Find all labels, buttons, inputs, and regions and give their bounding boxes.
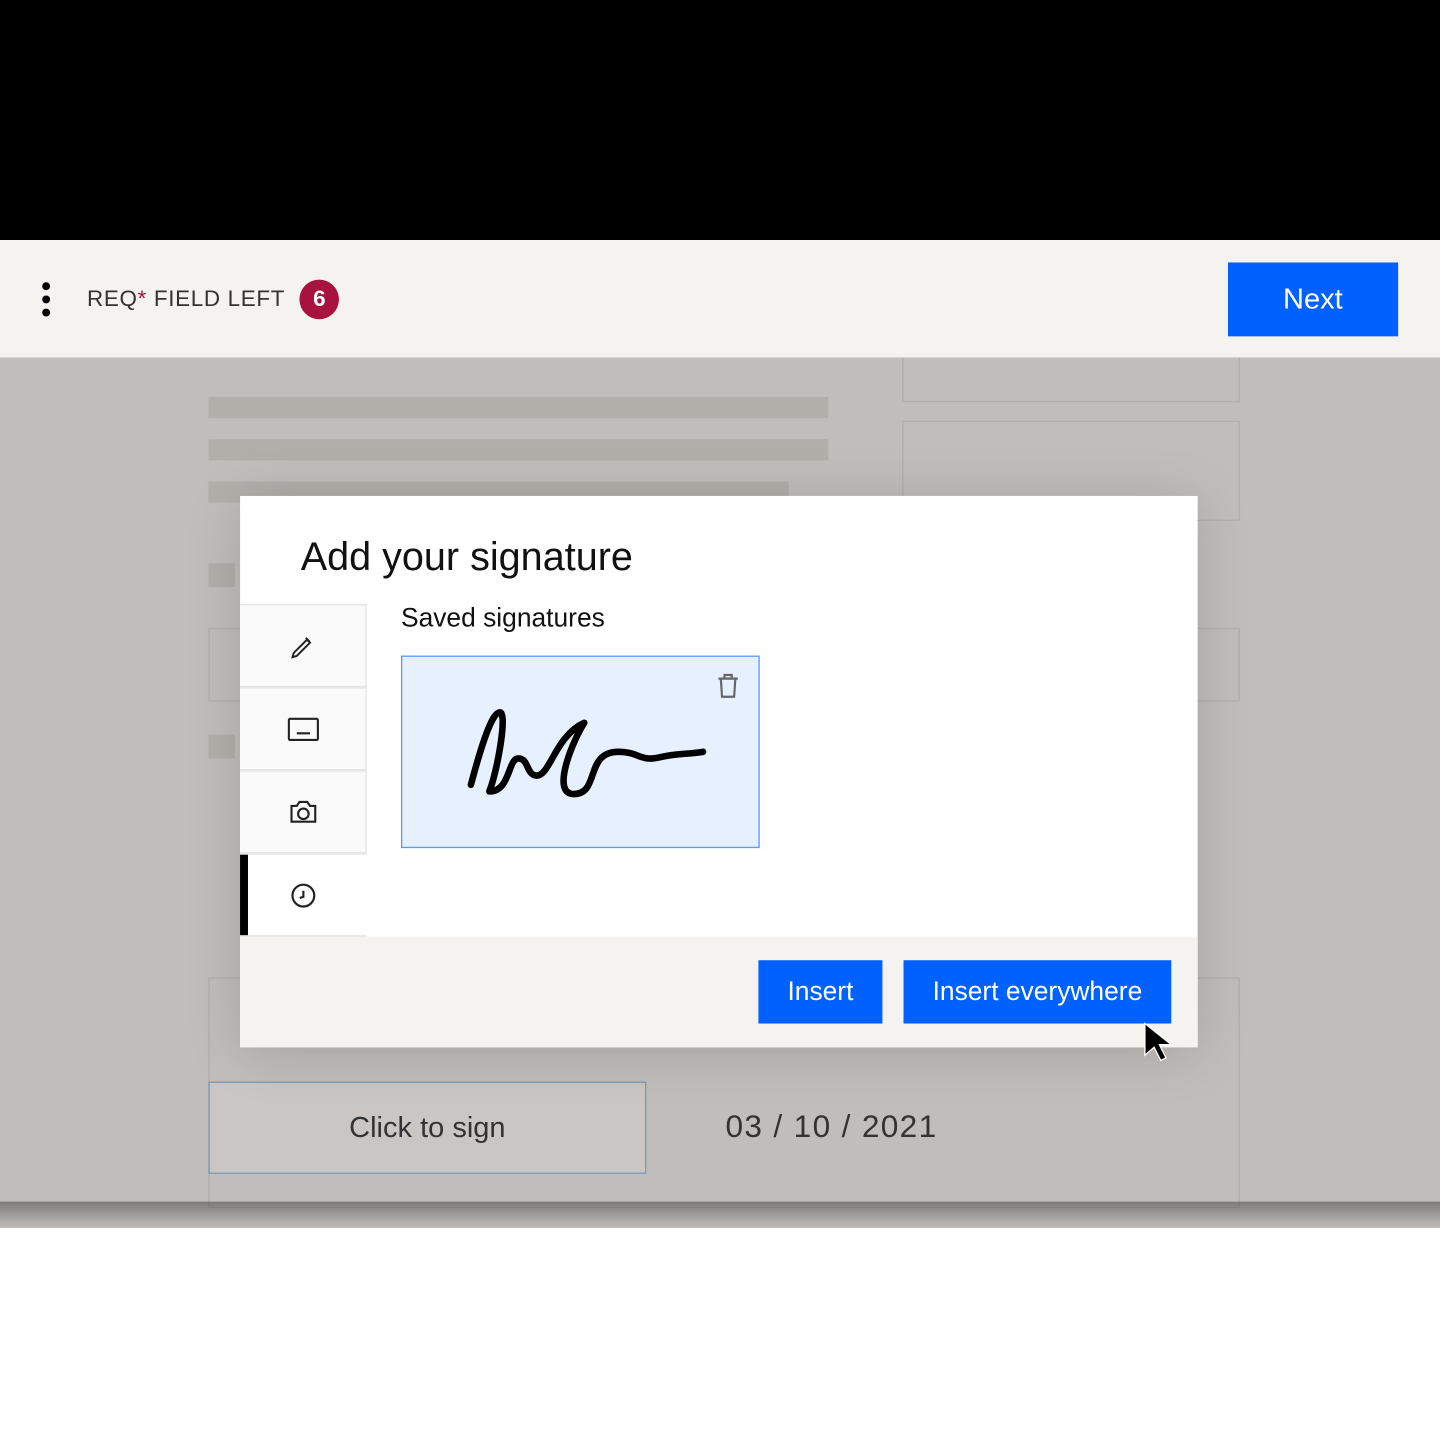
tab-saved[interactable] xyxy=(240,853,367,936)
pencil-icon xyxy=(288,631,317,660)
click-to-sign-field[interactable]: Click to sign xyxy=(208,1082,646,1174)
next-button[interactable]: Next xyxy=(1228,262,1398,336)
add-signature-modal: Add your signature xyxy=(240,496,1198,1047)
keyboard-icon xyxy=(287,717,319,741)
camera-icon xyxy=(287,799,319,825)
signature-glyph xyxy=(442,699,719,805)
required-count-badge: 6 xyxy=(300,279,340,319)
clock-icon xyxy=(289,880,318,909)
required-fields-indicator: REQ* FIELD LEFT 6 xyxy=(87,279,339,319)
trash-icon xyxy=(714,670,743,702)
modal-footer: Insert Insert everywhere xyxy=(240,936,1198,1047)
tab-upload[interactable] xyxy=(240,770,367,853)
req-prefix: REQ xyxy=(87,286,138,311)
page-header: REQ* FIELD LEFT 6 Next xyxy=(0,240,1440,357)
saved-signatures-heading: Saved signatures xyxy=(401,604,1171,634)
kebab-menu[interactable] xyxy=(42,282,50,316)
req-suffix: FIELD LEFT xyxy=(147,286,285,311)
saved-signature-card[interactable] xyxy=(401,656,760,849)
signature-row: Click to sign 03 / 10 / 2021 xyxy=(208,1082,937,1174)
delete-signature-button[interactable] xyxy=(714,670,743,708)
date-value: 03 / 10 / 2021 xyxy=(725,1109,937,1146)
insert-everywhere-button[interactable]: Insert everywhere xyxy=(904,960,1172,1023)
tab-type[interactable] xyxy=(240,687,367,770)
top-blackbar xyxy=(0,0,1440,240)
modal-title: Add your signature xyxy=(240,496,1198,604)
tab-draw[interactable] xyxy=(240,604,367,687)
insert-button[interactable]: Insert xyxy=(758,960,882,1023)
signature-method-tabs xyxy=(240,604,367,936)
